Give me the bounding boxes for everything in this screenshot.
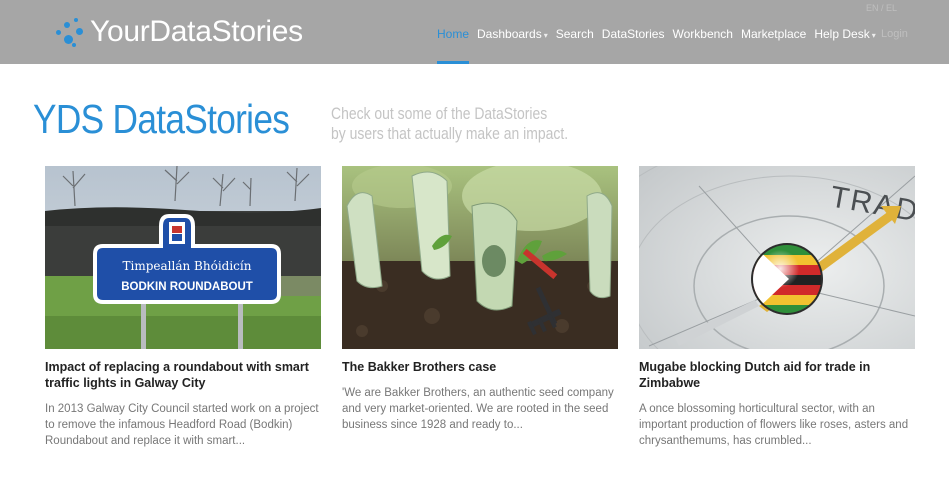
nav-search[interactable]: Search bbox=[556, 0, 594, 64]
site-logo[interactable]: YourDataStories bbox=[52, 8, 312, 56]
tagline-line-1: Check out some of the DataStories bbox=[331, 104, 548, 123]
nav-workbench-label: Workbench bbox=[672, 27, 733, 41]
logo-text: YourDataStories bbox=[90, 15, 303, 48]
page-tagline: Check out some of the DataStories by use… bbox=[331, 104, 568, 144]
main-nav: Home Dashboards ▾ Search DataStories Work… bbox=[437, 0, 884, 64]
nav-home[interactable]: Home bbox=[437, 0, 470, 64]
nav-workbench[interactable]: Workbench bbox=[672, 0, 732, 64]
card-excerpt: A once blossoming horticultural sector, … bbox=[639, 403, 909, 447]
card-title[interactable]: Mugabe blocking Dutch aid for trade in Z… bbox=[639, 359, 915, 391]
card-title[interactable]: The Bakker Brothers case bbox=[342, 359, 618, 375]
nav-dashboards-label: Dashboards bbox=[477, 27, 542, 41]
nav-home-label: Home bbox=[437, 27, 470, 41]
nav-search-label: Search bbox=[555, 27, 594, 41]
login-link[interactable]: Login bbox=[881, 28, 908, 40]
datastory-card-bakker[interactable]: The Bakker Brothers case 'We are Bakker … bbox=[342, 166, 618, 433]
card-image-trade-compass[interactable]: TRADE bbox=[639, 166, 915, 349]
sign-english-text: BODKIN ROUNDABOUT bbox=[121, 281, 253, 293]
page-title: YDS DataStories bbox=[33, 96, 290, 142]
card-image-roundabout[interactable]: Timpeallán Bhóidicín BODKIN ROUNDABOUT bbox=[45, 166, 321, 349]
sign-irish-text: Timpeallán Bhóidicín bbox=[123, 259, 252, 273]
nav-datastories[interactable]: DataStories bbox=[602, 0, 665, 64]
chevron-down-icon: ▾ bbox=[871, 31, 876, 40]
dots-logo-icon bbox=[52, 15, 86, 49]
top-navbar: YourDataStories Home Dashboards ▾ Search … bbox=[0, 0, 949, 64]
card-excerpt: In 2013 Galway City Council started work… bbox=[45, 403, 319, 447]
nav-dashboards[interactable]: Dashboards ▾ bbox=[477, 0, 548, 64]
datastory-card-zimbabwe[interactable]: TRADE Mugabe blocking Dutch aid for trad… bbox=[639, 166, 915, 449]
tagline-line-2: by users that actually make an impact. bbox=[331, 124, 569, 143]
datastory-card-galway[interactable]: Timpeallán Bhóidicín BODKIN ROUNDABOUT I… bbox=[45, 166, 321, 449]
card-image-money-plants[interactable] bbox=[342, 166, 618, 349]
card-title[interactable]: Impact of replacing a roundabout with sm… bbox=[45, 359, 321, 391]
chevron-down-icon: ▾ bbox=[543, 31, 548, 40]
nav-marketplace[interactable]: Marketplace bbox=[741, 0, 806, 64]
nav-marketplace-label: Marketplace bbox=[740, 27, 807, 41]
nav-help-desk-label: Help Desk bbox=[814, 27, 870, 41]
nav-datastories-label: DataStories bbox=[601, 27, 665, 41]
card-excerpt: 'We are Bakker Brothers, an authentic se… bbox=[342, 387, 614, 431]
language-switch[interactable]: EN / EL bbox=[866, 3, 897, 13]
